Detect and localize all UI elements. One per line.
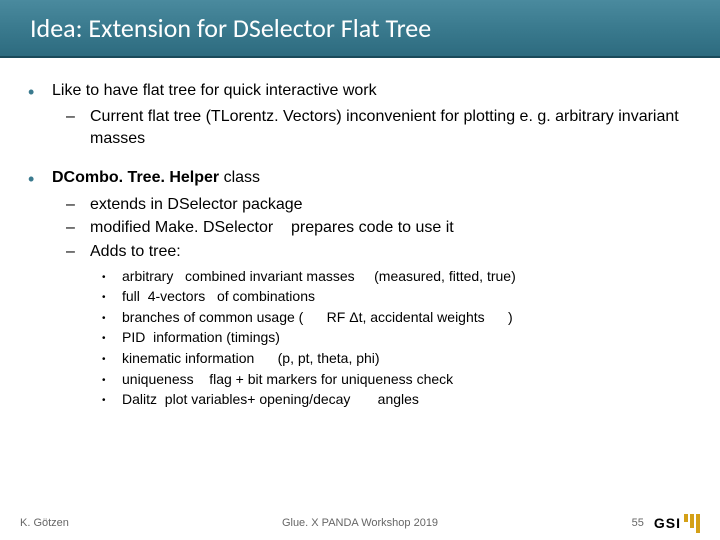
bullet-2-bold: DCombo. Tree. Helper: [52, 169, 219, 186]
ss4b: information (timings): [153, 329, 280, 345]
bullet-2-sub-2a: modified Make. DSelector: [90, 219, 273, 236]
subsub-3: branches of common usage ( RF Δt, accide…: [102, 308, 692, 328]
ss2c: of combinations: [217, 288, 315, 304]
subsub-5-text: kinematic information (p, pt, theta, phi…: [122, 349, 692, 369]
ss5a: kinematic information: [122, 350, 254, 366]
ss7c: angles: [378, 391, 419, 407]
bullet-2-sub-1: extends in DSelector package: [66, 194, 692, 216]
bullet-2-sub-2: modified Make. DSelector prepares code t…: [66, 217, 692, 239]
footer-author: K. Götzen: [20, 517, 69, 529]
subsub-7: Dalitz plot variables+ opening/decay ang…: [102, 390, 692, 410]
gsi-logo-bars-icon: [684, 514, 700, 533]
footer: K. Götzen Glue. X PANDA Workshop 2019 55…: [0, 514, 720, 532]
bullet-1-sub-1: Current flat tree (TLorentz. Vectors) in…: [66, 106, 692, 149]
ss5b: (p, pt, theta, phi): [278, 350, 380, 366]
bullet-2-sub-2b: prepares code to use it: [291, 219, 454, 236]
ss3a: branches of common usage (: [122, 309, 303, 325]
bullet-1-sub-1-text: Current flat tree (TLorentz. Vectors) in…: [90, 106, 692, 149]
subsub-1-text: arbitrary combined invariant masses (mea…: [122, 267, 692, 287]
ss4a: PID: [122, 329, 145, 345]
bullet-1-text: Like to have flat tree for quick interac…: [52, 80, 692, 104]
ss2b: 4-vectors: [148, 288, 206, 304]
subsub-4: PID information (timings): [102, 328, 692, 348]
ss7a: Dalitz: [122, 391, 157, 407]
gsi-logo-text: GSI: [654, 515, 681, 531]
footer-page-number: 55: [632, 517, 644, 529]
ss3c: ): [508, 309, 513, 325]
subsub-7-text: Dalitz plot variables+ opening/decay ang…: [122, 390, 692, 410]
subsub-6: uniqueness flag + bit markers for unique…: [102, 370, 692, 390]
bullet-2-sub-2-text: modified Make. DSelector prepares code t…: [90, 217, 692, 239]
subsub-4-text: PID information (timings): [122, 328, 692, 348]
subsub-1: arbitrary combined invariant masses (mea…: [102, 267, 692, 287]
slide-title: Idea: Extension for DSelector Flat Tree: [0, 0, 720, 58]
bullet-2: DCombo. Tree. Helper class: [28, 167, 692, 191]
gsi-logo: GSI: [654, 514, 700, 532]
bullet-2-sub-1-text: extends in DSelector package: [90, 194, 692, 216]
ss1c: (measured, fitted, true): [374, 268, 516, 284]
bullet-2-suffix: class: [219, 169, 260, 186]
ss3b: RF Δt, accidental weights: [327, 309, 485, 325]
bullet-2-text: DCombo. Tree. Helper class: [52, 167, 692, 191]
footer-event: Glue. X PANDA Workshop 2019: [282, 517, 438, 529]
slide-content: Like to have flat tree for quick interac…: [0, 58, 720, 410]
subsub-3-text: branches of common usage ( RF Δt, accide…: [122, 308, 692, 328]
ss7b: plot variables+ opening/decay: [165, 391, 351, 407]
ss2a: full: [122, 288, 140, 304]
subsub-2-text: full 4-vectors of combinations: [122, 287, 692, 307]
subsub-5: kinematic information (p, pt, theta, phi…: [102, 349, 692, 369]
bullet-2-sub-3: Adds to tree:: [66, 241, 692, 263]
ss1a: arbitrary: [122, 268, 173, 284]
bullet-2-sub-3-text: Adds to tree:: [90, 241, 692, 263]
ss1b: combined invariant masses: [185, 268, 355, 284]
ss6a: uniqueness: [122, 371, 194, 387]
subsub-6-text: uniqueness flag + bit markers for unique…: [122, 370, 692, 390]
ss6b: flag + bit markers for uniqueness check: [209, 371, 453, 387]
bullet-1: Like to have flat tree for quick interac…: [28, 80, 692, 104]
subsub-2: full 4-vectors of combinations: [102, 287, 692, 307]
